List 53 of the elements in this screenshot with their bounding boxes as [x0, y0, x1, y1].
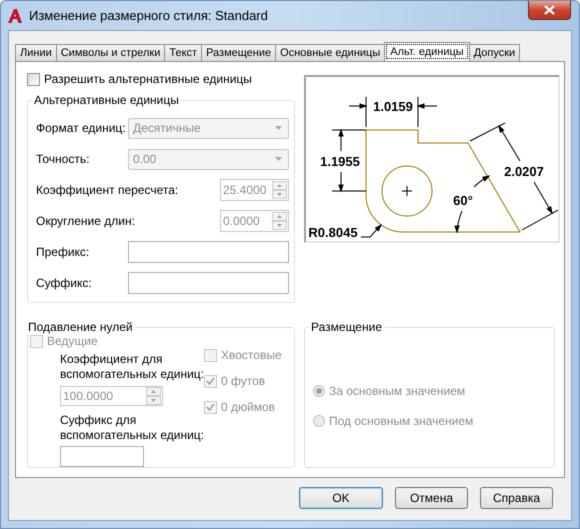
app-logo-icon [7, 8, 23, 24]
field-label: Суффикс: [36, 276, 92, 290]
leader-line [360, 224, 382, 238]
field-label: Коэффициент для вспомогательных единиц: [60, 352, 205, 382]
caret-icon [275, 126, 282, 130]
tab[interactable]: Допуски [468, 44, 520, 61]
input-field[interactable] [128, 272, 289, 294]
caret-icon [275, 157, 282, 161]
field-label: Префикс: [36, 245, 90, 259]
dialog-button[interactable]: OK [299, 487, 383, 509]
down-arrow-icon [277, 224, 282, 227]
hole-drawing [382, 166, 432, 216]
up-arrow-icon [151, 390, 156, 394]
group-title: Подавление нулей [27, 320, 134, 334]
checkmark-icon [206, 377, 215, 385]
dialog-button[interactable]: Справка [480, 487, 553, 509]
input-field[interactable] [128, 241, 289, 263]
down-arrow-icon [151, 399, 156, 402]
group-title: Размещение [310, 320, 383, 334]
tab[interactable]: Основные единицы [275, 44, 386, 61]
tab[interactable]: Альт. единицы [384, 42, 470, 61]
window-title: Изменение размерного стиля: Standard [29, 8, 269, 23]
radio-label: Под основным значением [329, 414, 474, 428]
dimension-label: 1.0159 [373, 99, 413, 114]
field-label: Формат единиц: [36, 121, 126, 135]
checkmark-icon [206, 403, 215, 411]
dimension-label: 1.1955 [320, 154, 360, 169]
input-field[interactable] [60, 446, 144, 468]
checkbox-label: Разрешить альтернативные единицы [44, 72, 252, 86]
checkbox[interactable] [27, 72, 40, 86]
tab[interactable]: Символы и стрелки [56, 44, 166, 61]
field-label: Коэффициент пересчета: [36, 183, 178, 197]
dimension-label: 60° [453, 193, 473, 208]
tab[interactable]: Линии [15, 44, 57, 61]
field-label: Точность: [36, 152, 90, 166]
down-arrow-icon [277, 193, 282, 196]
group-title: Альтернативные единицы [33, 93, 180, 107]
field-label: Суффикс для вспомогательных единиц: [60, 413, 205, 444]
dimension-label: 2.0207 [504, 164, 544, 179]
tab[interactable]: Размещение [201, 44, 276, 61]
up-arrow-icon [277, 184, 282, 187]
checkbox-label: 0 дюймов [221, 400, 276, 414]
checkbox-label: Ведущие [47, 334, 98, 348]
checkbox-label: 0 футов [221, 374, 266, 388]
radio-label: За основным значением [329, 384, 466, 398]
field-label: Округление длин: [36, 214, 135, 228]
checkbox-label: Хвостовые [221, 348, 282, 362]
dimension-label: R0.8045 [308, 225, 358, 240]
tab[interactable]: Текст [164, 44, 202, 61]
dialog-button[interactable]: Отмена [395, 487, 468, 509]
up-arrow-icon [277, 215, 282, 218]
close-button[interactable] [528, 1, 571, 20]
close-icon [544, 5, 555, 15]
